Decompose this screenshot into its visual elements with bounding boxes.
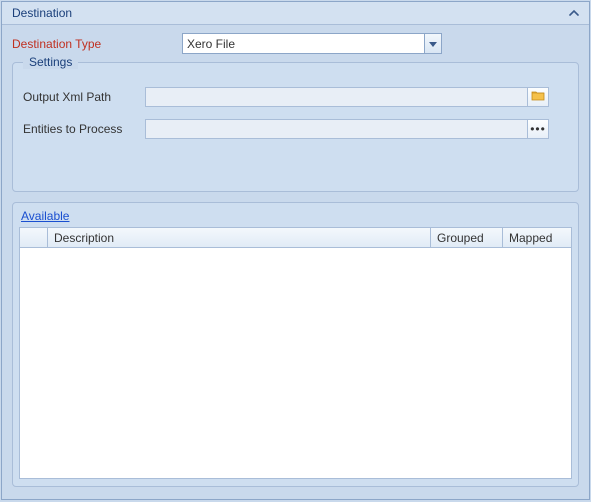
destination-panel: Destination Destination Type Settings Ou… bbox=[1, 1, 590, 500]
entities-row: Entities to Process ••• bbox=[23, 119, 568, 139]
entities-input-wrap: ••• bbox=[145, 119, 549, 139]
settings-groupbox: Settings Output Xml Path bbox=[12, 62, 579, 192]
column-mapped[interactable]: Mapped bbox=[503, 228, 571, 247]
entities-browse-button[interactable]: ••• bbox=[527, 119, 549, 139]
destination-type-dropdown-button[interactable] bbox=[424, 33, 442, 54]
ellipsis-icon: ••• bbox=[530, 125, 546, 133]
destination-type-row: Destination Type bbox=[12, 33, 579, 54]
collapse-icon[interactable] bbox=[569, 6, 579, 20]
output-path-input-wrap bbox=[145, 87, 549, 107]
output-path-browse-button[interactable] bbox=[527, 87, 549, 107]
panel-header: Destination bbox=[2, 2, 589, 25]
folder-icon bbox=[531, 90, 545, 104]
column-description[interactable]: Description bbox=[48, 228, 431, 247]
destination-type-input[interactable] bbox=[182, 33, 424, 54]
data-grid: Description Grouped Mapped bbox=[19, 227, 572, 479]
available-link[interactable]: Available bbox=[19, 209, 71, 227]
column-grouped[interactable]: Grouped bbox=[431, 228, 503, 247]
grid-panel: Available Description Grouped Mapped bbox=[12, 202, 579, 487]
output-path-label: Output Xml Path bbox=[23, 90, 145, 104]
entities-label: Entities to Process bbox=[23, 122, 145, 136]
settings-title: Settings bbox=[23, 55, 78, 69]
panel-body: Destination Type Settings Output Xml Pat… bbox=[2, 25, 589, 497]
output-path-input[interactable] bbox=[145, 87, 527, 107]
entities-input[interactable] bbox=[145, 119, 527, 139]
chevron-down-icon bbox=[429, 37, 437, 51]
grid-header: Description Grouped Mapped bbox=[20, 228, 571, 248]
grid-gutter-header bbox=[20, 228, 48, 247]
destination-type-label: Destination Type bbox=[12, 37, 182, 51]
grid-body[interactable] bbox=[20, 248, 571, 478]
panel-title: Destination bbox=[12, 6, 72, 20]
destination-type-combo[interactable] bbox=[182, 33, 442, 54]
output-path-row: Output Xml Path bbox=[23, 87, 568, 107]
